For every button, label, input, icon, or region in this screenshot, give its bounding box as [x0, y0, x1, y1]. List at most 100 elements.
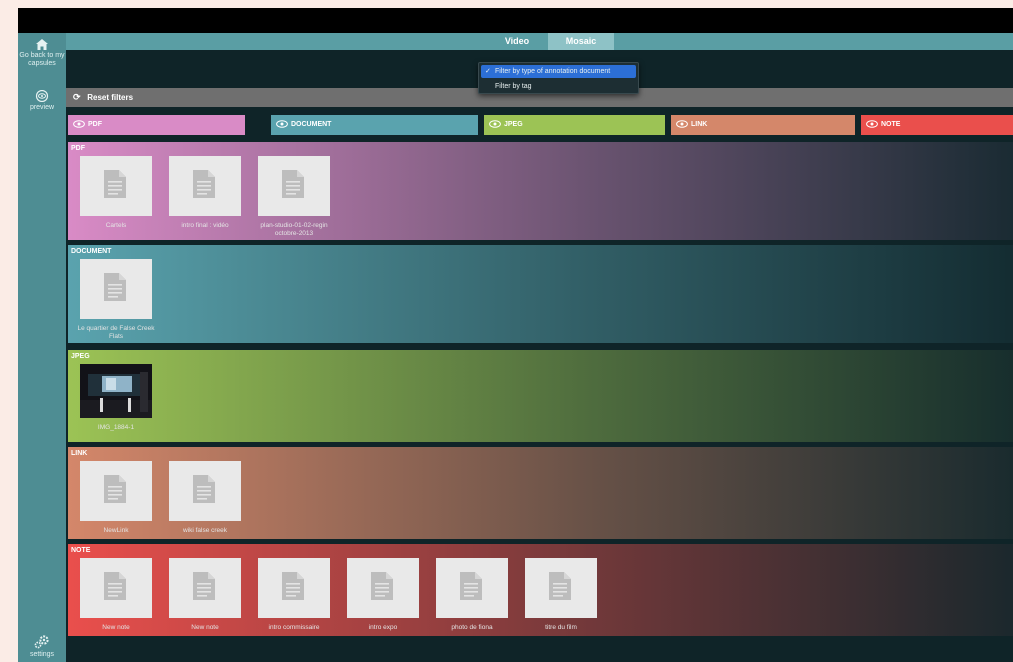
document-icon [104, 170, 126, 198]
document-icon [460, 572, 482, 600]
filter-label: PDF [88, 121, 102, 128]
annotation-card[interactable]: titre du film [525, 558, 597, 632]
document-icon [193, 572, 215, 600]
checkmark-icon: ✓ [485, 68, 491, 75]
document-icon [193, 170, 215, 198]
document-thumbnail [525, 558, 597, 618]
annotation-card[interactable]: IMG_1884-1 [80, 364, 152, 432]
preview-button[interactable]: preview [18, 90, 66, 112]
filter-mode-menu: ✓ Filter by type of annotation document … [478, 62, 639, 94]
photo-thumbnail [80, 364, 152, 418]
eye-icon [35, 90, 49, 102]
filter-label: LINK [691, 121, 708, 128]
main-area: Video Mosaic ✓ Filter by type of annotat… [66, 33, 1013, 662]
card-name: New note [191, 624, 219, 631]
section-document: DOCUMENT Le quartier de False Creek Flats [68, 245, 1013, 343]
annotation-card[interactable]: New note [80, 558, 152, 632]
document-icon [104, 572, 126, 600]
settings-label: settings [29, 651, 55, 658]
tab-mosaic[interactable]: Mosaic [548, 33, 614, 50]
annotation-card[interactable]: New note [169, 558, 241, 632]
app-window: Go back to my capsules preview settings … [18, 8, 1013, 662]
filter-toggle-pdf[interactable]: PDF [68, 115, 245, 135]
card-name: plan-studio-01-02-regin octobre-2013 [260, 222, 328, 237]
document-thumbnail [169, 558, 241, 618]
menu-item-label: Filter by type of annotation document [495, 68, 611, 75]
card-name: wiki false creek [182, 527, 228, 534]
document-icon [104, 273, 126, 301]
annotation-card[interactable]: intro final : vidéo [169, 156, 241, 230]
document-thumbnail [258, 156, 330, 216]
document-thumbnail [80, 461, 152, 521]
annotation-card[interactable]: plan-studio-01-02-regin octobre-2013 [258, 156, 330, 238]
annotation-card[interactable]: photo de fiona [436, 558, 508, 632]
card-name: intro expo [368, 624, 398, 631]
document-icon [282, 170, 304, 198]
document-thumbnail [80, 558, 152, 618]
filter-toggle-document[interactable]: DOCUMENT [271, 115, 478, 135]
menu-item-filter-by-tag[interactable]: Filter by tag [481, 80, 636, 93]
eye-icon [676, 120, 688, 128]
section-jpeg: JPEG IMG_1884-1 [68, 350, 1013, 442]
document-icon [282, 572, 304, 600]
annotation-card[interactable]: intro commissaire [258, 558, 330, 632]
document-thumbnail [258, 558, 330, 618]
document-icon [549, 572, 571, 600]
home-icon [36, 39, 48, 50]
photo-thumbnail-image [80, 364, 152, 418]
annotation-card[interactable]: intro expo [347, 558, 419, 632]
section-link: LINK NewLink wiki false creek [68, 447, 1013, 539]
annotation-card[interactable]: NewLink [80, 461, 152, 535]
section-title: LINK [71, 450, 88, 457]
preview-label: preview [29, 104, 55, 111]
menu-item-label: Filter by tag [495, 83, 532, 90]
section-pdf: PDF Cartels intro final : vidéo plan-studio… [68, 142, 1013, 240]
title-bar [18, 8, 1013, 33]
document-icon [371, 572, 393, 600]
section-note: NOTE New note New note intro commissaire int… [68, 544, 1013, 636]
card-name: IMG_1884-1 [97, 424, 135, 431]
annotation-card[interactable]: Le quartier de False Creek Flats [77, 259, 155, 341]
filter-toggle-jpeg[interactable]: JPEG [484, 115, 665, 135]
document-icon [104, 475, 126, 503]
eye-icon [489, 120, 501, 128]
card-name: intro final : vidéo [181, 222, 229, 229]
back-button-label: Go back to my capsules [19, 52, 65, 67]
card-name: Le quartier de False Creek Flats [77, 325, 155, 340]
refresh-icon: ⟳ [73, 92, 81, 102]
filter-label: NOTE [881, 121, 901, 128]
menu-item-filter-by-type[interactable]: ✓ Filter by type of annotation document [481, 65, 636, 78]
card-name: intro commissaire [268, 624, 320, 631]
tab-video[interactable]: Video [486, 33, 548, 50]
filter-label: DOCUMENT [291, 121, 332, 128]
settings-button[interactable]: settings [18, 635, 66, 659]
document-thumbnail [169, 156, 241, 216]
card-name: NewLink [103, 527, 129, 534]
back-to-capsules-button[interactable]: Go back to my capsules [18, 39, 66, 68]
annotation-card[interactable]: Cartels [80, 156, 152, 230]
eye-icon [276, 120, 288, 128]
document-thumbnail [80, 156, 152, 216]
section-title: NOTE [71, 547, 91, 554]
eye-icon [73, 120, 85, 128]
view-tab-bar: Video Mosaic [66, 33, 1013, 50]
document-thumbnail [436, 558, 508, 618]
gear-icon [34, 635, 49, 649]
section-title: JPEG [71, 353, 90, 360]
card-name: titre du film [545, 624, 577, 631]
filter-toggle-note[interactable]: NOTE [861, 115, 1013, 135]
card-name: Cartels [105, 222, 127, 229]
eye-icon [866, 120, 878, 128]
document-thumbnail [169, 461, 241, 521]
card-name: photo de fiona [451, 624, 493, 631]
filter-toggle-link[interactable]: LINK [671, 115, 855, 135]
document-thumbnail [347, 558, 419, 618]
sidebar: Go back to my capsules preview settings [18, 33, 66, 662]
filter-label: JPEG [504, 121, 523, 128]
document-thumbnail [80, 259, 152, 319]
section-title: DOCUMENT [71, 248, 112, 255]
reset-filters-label: Reset filters [87, 93, 134, 102]
section-title: PDF [71, 145, 85, 152]
card-name: New note [102, 624, 130, 631]
annotation-card[interactable]: wiki false creek [169, 461, 241, 535]
